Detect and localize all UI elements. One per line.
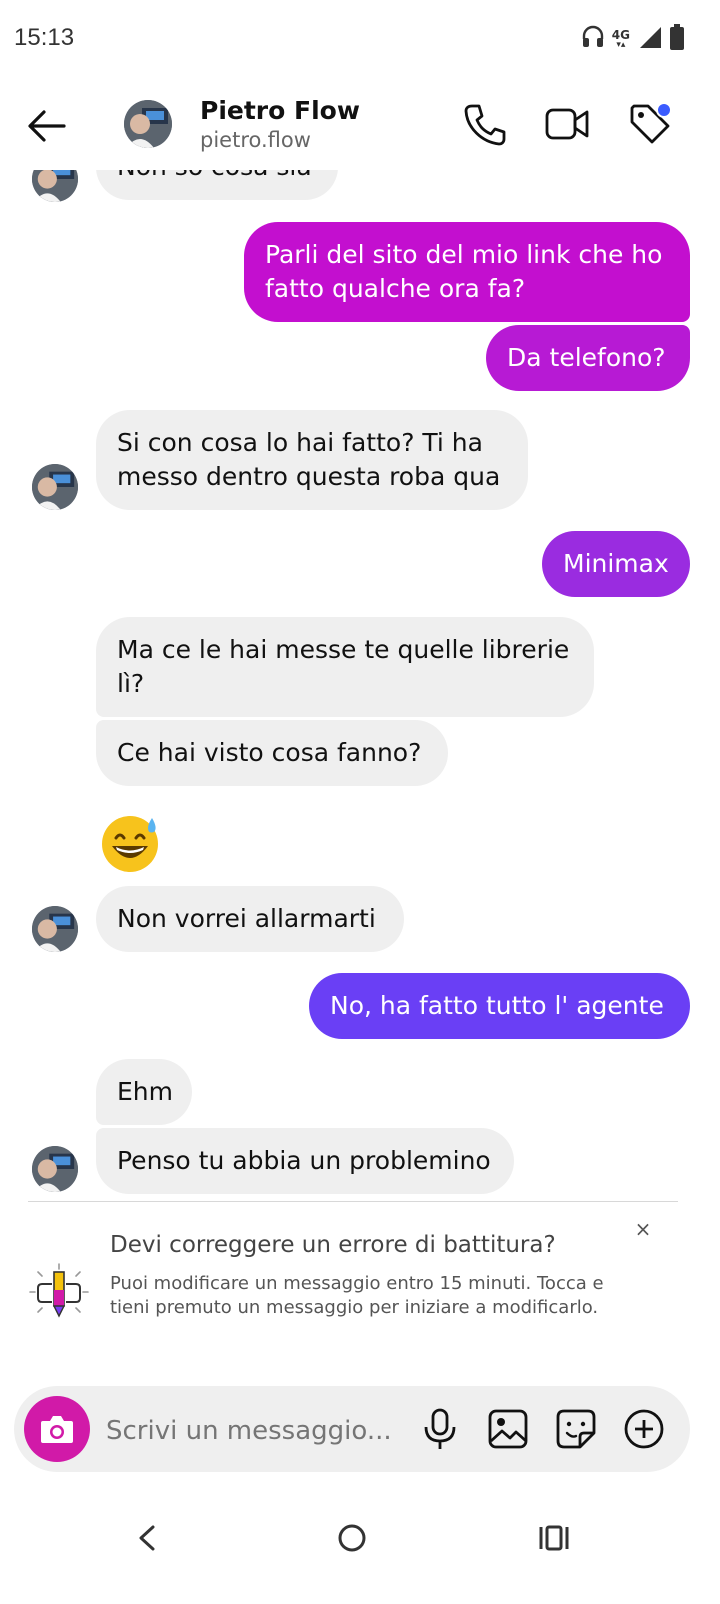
edit-message-tip: Devi correggere un errore di battitura? … xyxy=(0,1202,720,1372)
message-bubble-incoming[interactable]: Penso tu abbia un problemino xyxy=(96,1128,514,1194)
network-type: 4G ▾▴ xyxy=(611,27,630,50)
tip-title: Devi correggere un errore di battitura? xyxy=(110,1232,556,1258)
headset-icon xyxy=(582,25,604,53)
home-circle-icon xyxy=(338,1524,366,1552)
recent-apps-icon xyxy=(539,1525,569,1551)
close-icon[interactable]: × xyxy=(630,1216,656,1242)
nav-back-button[interactable] xyxy=(118,1508,178,1568)
sender-avatar[interactable] xyxy=(32,1146,78,1192)
more-options-button[interactable] xyxy=(622,1407,666,1451)
message-list[interactable]: Non so cosa sia Parli del sito del mio l… xyxy=(0,170,720,1200)
system-nav-bar xyxy=(0,1484,720,1604)
battery-icon xyxy=(670,24,684,54)
message-bubble-outgoing[interactable]: Da telefono? xyxy=(486,325,690,391)
unread-dot xyxy=(656,102,672,118)
arrow-left-icon xyxy=(28,110,66,142)
sender-avatar[interactable] xyxy=(32,170,78,202)
message-bubble-incoming[interactable]: Ce hai visto cosa fanno? xyxy=(96,720,448,786)
status-time: 15:13 xyxy=(14,24,75,51)
chat-header: Pietro Flow pietro.flow xyxy=(0,80,720,170)
label-tag-button[interactable] xyxy=(628,102,672,146)
emoji-message[interactable] xyxy=(100,812,162,874)
sticker-button[interactable] xyxy=(554,1407,598,1451)
video-call-button[interactable] xyxy=(544,102,589,146)
video-camera-icon xyxy=(545,108,589,140)
nav-recents-button[interactable] xyxy=(524,1508,584,1568)
microphone-icon xyxy=(424,1408,456,1449)
back-button[interactable] xyxy=(24,106,70,146)
contact-avatar[interactable] xyxy=(124,100,172,148)
phone-icon xyxy=(464,104,506,146)
grinning-sweat-emoji-icon xyxy=(102,816,158,872)
image-icon xyxy=(488,1409,528,1449)
tip-body: Puoi modificare un messaggio entro 15 mi… xyxy=(110,1273,604,1318)
message-bubble-incoming[interactable]: Non so cosa sia xyxy=(96,170,338,200)
camera-icon xyxy=(41,1416,73,1443)
message-bubble-incoming[interactable]: Ehm xyxy=(96,1059,192,1125)
chevron-left-icon xyxy=(139,1525,155,1551)
message-bubble-incoming[interactable]: Si con cosa lo hai fatto? Ti ha messo de… xyxy=(96,410,528,510)
nav-home-button[interactable] xyxy=(322,1508,382,1568)
message-bubble-outgoing[interactable]: Parli del sito del mio link che ho fatto… xyxy=(244,222,690,322)
message-bubble-outgoing[interactable]: No, ha fatto tutto l' agente xyxy=(309,973,690,1039)
message-bubble-incoming[interactable]: Non vorrei allarmarti xyxy=(96,886,404,952)
message-bubble-outgoing[interactable]: Minimax xyxy=(542,531,690,597)
sticker-icon xyxy=(556,1409,596,1449)
camera-button[interactable] xyxy=(24,1396,90,1462)
gallery-button[interactable] xyxy=(486,1407,530,1451)
voice-call-button[interactable] xyxy=(462,102,506,146)
pencil-bubble-icon xyxy=(28,1262,90,1324)
status-icons: 4G ▾▴ xyxy=(582,24,684,54)
sender-avatar[interactable] xyxy=(32,464,78,510)
sender-avatar[interactable] xyxy=(32,906,78,952)
signal-icon xyxy=(638,25,662,53)
contact-name[interactable]: Pietro Flow xyxy=(200,96,360,125)
contact-username[interactable]: pietro.flow xyxy=(200,128,311,152)
message-input[interactable] xyxy=(104,1410,408,1452)
plus-circle-icon xyxy=(624,1409,664,1449)
message-composer xyxy=(14,1386,690,1472)
status-bar: 15:13 4G ▾▴ xyxy=(0,0,720,80)
voice-message-button[interactable] xyxy=(418,1407,462,1451)
message-bubble-incoming[interactable]: Ma ce le hai messe te quelle librerie lì… xyxy=(96,617,594,717)
